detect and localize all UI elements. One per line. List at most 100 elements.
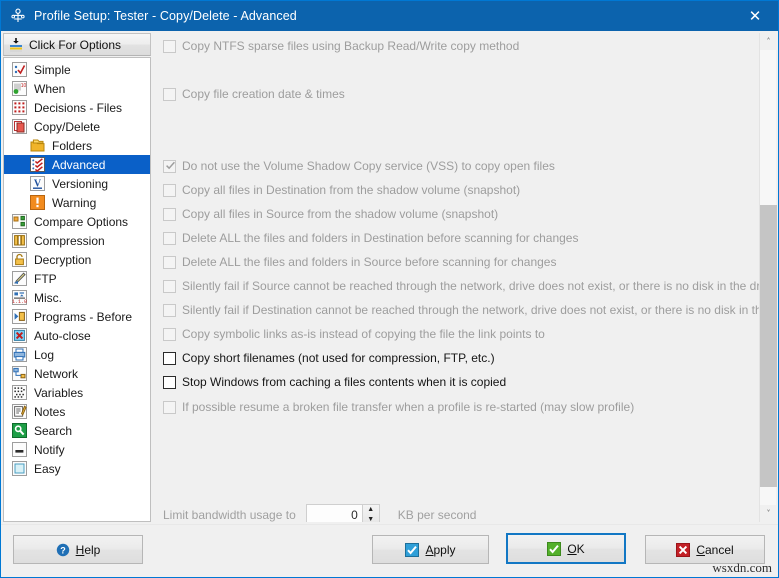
window-body: Click For Options Simple 10When Decisions … [1,31,778,524]
vertical-scrollbar[interactable]: ˄ ˅ [759,33,776,522]
spinner-buttons[interactable]: ▲ ▼ [362,505,379,522]
sidebar-item-advanced[interactable]: Advanced [4,155,150,174]
sidebar-item-copy-delete[interactable]: Copy/Delete [4,117,150,136]
checkbox-row[interactable]: Copy NTFS sparse files using Backup Read… [163,39,519,53]
scrollbar-track[interactable] [760,50,776,505]
sidebar-item-search[interactable]: Search [4,421,150,440]
sidebar-item-label: Notify [34,443,65,457]
sidebar-item-programs-before[interactable]: Programs - Before [4,307,150,326]
apply-label-post: pply [434,543,456,557]
sidebar-item-label: Decisions - Files [34,101,122,115]
ok-button[interactable]: OK [506,533,626,564]
sidebar-item-notes[interactable]: Notes [4,402,150,421]
checkbox-input[interactable] [163,160,176,173]
checkbox-row[interactable]: Copy file creation date & times [163,87,345,101]
sidebar-item-notify[interactable]: Notify [4,440,150,459]
checkbox-input[interactable] [163,184,176,197]
sidebar-item-easy[interactable]: Easy [4,459,150,478]
cancel-x-icon [676,543,690,557]
scrollbar-thumb[interactable] [760,205,777,487]
bandwidth-unit-label: KB per second [398,508,477,522]
checkbox-row[interactable]: Copy all files in Destination from the s… [163,183,520,197]
checkbox-input[interactable] [163,208,176,221]
sidebar-item-auto-close[interactable]: Auto-close [4,326,150,345]
sidebar-item-compare-options[interactable]: Compare Options [4,212,150,231]
sidebar-item-ftp[interactable]: FTP [4,269,150,288]
sidebar-item-folders[interactable]: Folders [4,136,150,155]
checkbox-input[interactable] [163,328,176,341]
checkbox-row[interactable]: Do not use the Volume Shadow Copy servic… [163,159,555,173]
cancel-accel: C [696,543,705,557]
sidebar-item-network[interactable]: Network [4,364,150,383]
sidebar-item-label: Decryption [34,253,91,267]
checkbox-input[interactable] [163,40,176,53]
sidebar-item-label: Auto-close [34,329,91,343]
sidebar-item-label: Simple [34,63,71,77]
checkbox-input[interactable] [163,304,176,317]
settings-tree[interactable]: Simple 10When Decisions - Files Copy/Delete… [3,57,151,522]
advanced-options-panel: Limit bandwidth usage to 0 ▲ ▼ KB per se… [153,33,759,522]
sidebar-item-simple[interactable]: Simple [4,60,150,79]
network-icon [12,366,28,381]
sidebar-item-when[interactable]: 10When [4,79,150,98]
folders-icon [30,138,46,153]
spinner-down-icon[interactable]: ▼ [363,515,379,523]
sidebar-item-versioning[interactable]: VVersioning [4,174,150,193]
sidebar-item-label: Advanced [52,158,105,172]
notify-icon [12,442,28,457]
sidebar-item-label: Search [34,424,72,438]
ftp-icon [12,271,28,286]
close-icon[interactable]: ✕ [732,1,778,31]
checkbox-input[interactable] [163,256,176,269]
log-printer-icon [12,347,28,362]
sidebar-item-decryption[interactable]: Decryption [4,250,150,269]
checkbox-label: Stop Windows from caching a files conten… [182,375,506,389]
svg-text:?: ? [60,545,66,555]
svg-text:10: 10 [21,83,27,89]
checkbox-input[interactable] [163,401,176,414]
checkbox-row[interactable]: If possible resume a broken file transfe… [163,400,634,414]
checkbox-row[interactable]: Copy symbolic links as-is instead of cop… [163,327,545,341]
checkbox-input[interactable] [163,376,176,389]
window-title: Profile Setup: Tester - Copy/Delete - Ad… [34,9,297,23]
sidebar-item-decisions-files[interactable]: Decisions - Files [4,98,150,117]
checkbox-input[interactable] [163,280,176,293]
apply-check-icon [405,543,419,557]
bandwidth-label: Limit bandwidth usage to [163,508,296,522]
checkbox-row[interactable]: Copy short filenames (not used for compr… [163,351,495,365]
checkbox-row[interactable]: Copy all files in Source from the shadow… [163,207,498,221]
checkbox-input[interactable] [163,88,176,101]
decisions-files-icon [12,100,28,115]
checkbox-row[interactable]: Delete ALL the files and folders in Dest… [163,231,578,245]
bandwidth-value[interactable]: 0 [307,508,362,522]
sidebar-item-log[interactable]: Log [4,345,150,364]
scroll-down-icon[interactable]: ˅ [760,505,777,522]
ok-label: OK [567,542,584,556]
checkbox-row[interactable]: Silently fail if Source cannot be reache… [163,279,759,293]
sidebar-item-compression[interactable]: Compression [4,231,150,250]
search-icon [12,423,28,438]
bandwidth-spinner[interactable]: 0 ▲ ▼ [306,504,380,522]
sidebar-item-warning[interactable]: Warning [4,193,150,212]
bandwidth-row: Limit bandwidth usage to 0 ▲ ▼ KB per se… [163,504,476,522]
spinner-up-icon[interactable]: ▲ [363,505,379,515]
sidebar-item-variables[interactable]: Variables [4,383,150,402]
warning-icon [30,195,46,210]
checkbox-input[interactable] [163,232,176,245]
checkbox-row[interactable]: Silently fail if Destination cannot be r… [163,303,759,317]
misc-icon: 1.1.0 [12,290,28,305]
checkbox-label: Do not use the Volume Shadow Copy servic… [182,159,555,173]
sidebar: Click For Options Simple 10When Decisions … [1,31,153,524]
sidebar-item-misc[interactable]: 1.1.0Misc. [4,288,150,307]
scroll-up-icon[interactable]: ˄ [760,33,777,50]
checkbox-input[interactable] [163,352,176,365]
click-for-options-button[interactable]: Click For Options [3,33,151,56]
sidebar-item-label: Easy [34,462,61,476]
help-button[interactable]: ? Help [13,535,143,564]
sidebar-item-label: Folders [52,139,92,153]
checkbox-row[interactable]: Stop Windows from caching a files conten… [163,375,506,389]
apply-button[interactable]: Apply [372,535,489,564]
checkbox-row[interactable]: Delete ALL the files and folders in Sour… [163,255,556,269]
notes-icon [12,404,28,419]
sidebar-item-label: Copy/Delete [34,120,100,134]
